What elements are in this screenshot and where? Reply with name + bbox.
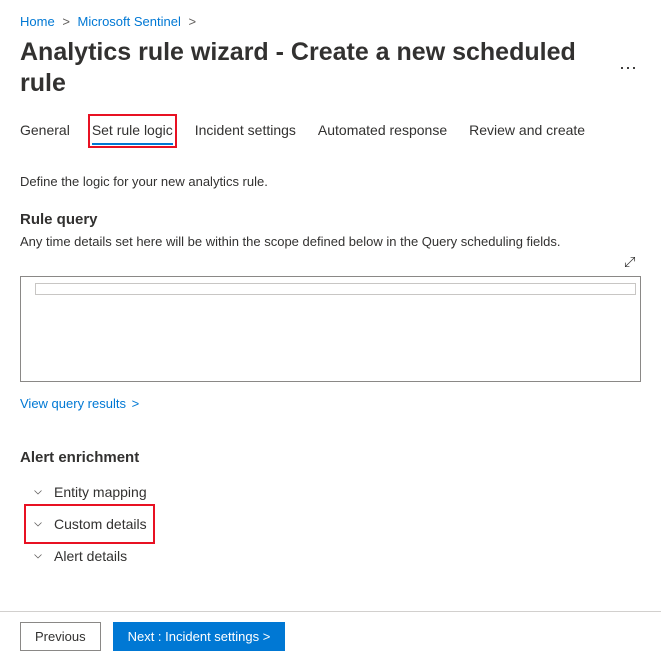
- rule-query-input[interactable]: [20, 276, 641, 382]
- expander-label: Custom details: [54, 516, 147, 532]
- chevron-down-icon: [32, 486, 44, 498]
- tab-review-create[interactable]: Review and create: [469, 118, 585, 144]
- next-button[interactable]: Next : Incident settings >: [113, 622, 286, 651]
- expander-label: Alert details: [54, 548, 127, 564]
- rule-query-heading: Rule query: [20, 211, 641, 228]
- expander-label: Entity mapping: [54, 484, 147, 500]
- chevron-right-icon: >: [188, 14, 196, 29]
- breadcrumb-home[interactable]: Home: [20, 14, 55, 29]
- tab-incident-settings[interactable]: Incident settings: [195, 118, 296, 144]
- previous-button[interactable]: Previous: [20, 622, 101, 651]
- rule-query-subtext: Any time details set here will be within…: [20, 234, 641, 249]
- chevron-right-icon: >: [62, 14, 70, 29]
- breadcrumb: Home > Microsoft Sentinel >: [20, 14, 641, 29]
- intro-text: Define the logic for your new analytics …: [20, 174, 641, 189]
- expander-alert-details[interactable]: Alert details: [28, 540, 131, 572]
- tab-general[interactable]: General: [20, 118, 70, 144]
- breadcrumb-sentinel[interactable]: Microsoft Sentinel: [78, 14, 181, 29]
- expander-custom-details[interactable]: Custom details: [28, 508, 151, 540]
- expand-icon[interactable]: [623, 255, 637, 269]
- expander-entity-mapping[interactable]: Entity mapping: [28, 476, 151, 508]
- tab-automated-response[interactable]: Automated response: [318, 118, 447, 144]
- query-input-line: [35, 283, 636, 295]
- page-title: Analytics rule wizard - Create a new sch…: [20, 37, 607, 100]
- chevron-right-icon: >: [132, 396, 140, 411]
- more-icon[interactable]: ⋯: [615, 59, 641, 77]
- view-query-results-link[interactable]: View query results >: [20, 396, 139, 411]
- footer: Previous Next : Incident settings >: [0, 611, 661, 661]
- alert-enrichment-heading: Alert enrichment: [20, 449, 641, 466]
- chevron-down-icon: [32, 518, 44, 530]
- tabs: General Set rule logic Incident settings…: [20, 118, 641, 144]
- view-query-results-label: View query results: [20, 396, 126, 411]
- chevron-down-icon: [32, 550, 44, 562]
- tab-set-rule-logic[interactable]: Set rule logic: [92, 118, 173, 144]
